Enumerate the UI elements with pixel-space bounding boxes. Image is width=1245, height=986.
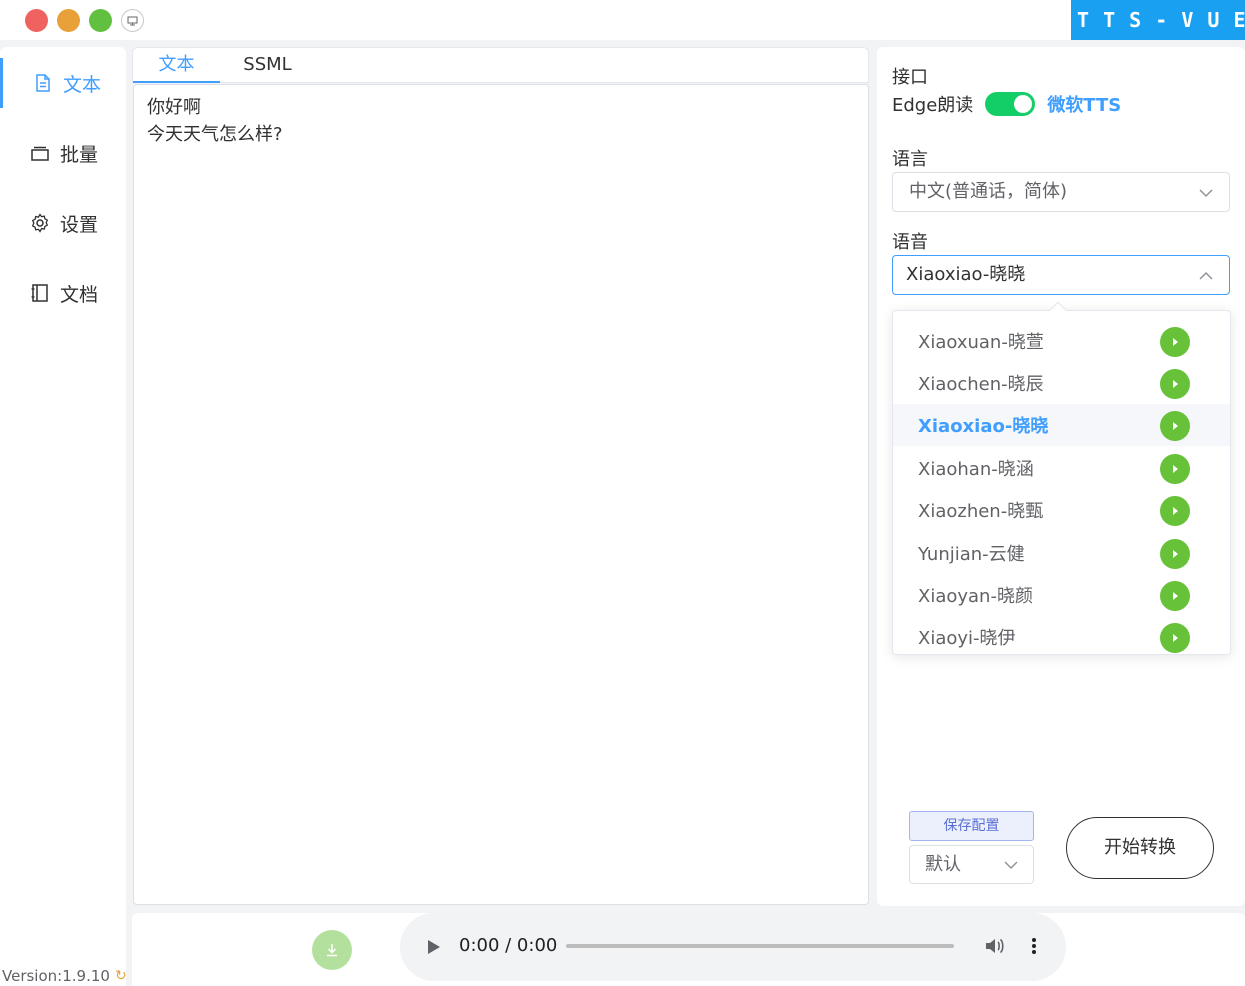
maximize-window-button[interactable]	[89, 9, 112, 32]
save-config-button[interactable]: 保存配置	[909, 811, 1034, 841]
start-convert-button[interactable]: 开始转换	[1066, 817, 1214, 879]
play-icon	[1173, 592, 1178, 600]
more-options-icon[interactable]	[1029, 935, 1039, 957]
gear-icon	[31, 213, 49, 233]
preview-play-button[interactable]	[1160, 369, 1190, 399]
preview-play-button[interactable]	[1160, 623, 1190, 653]
app-brand: T T S - V U E	[1071, 0, 1245, 40]
voice-option-label: Xiaozhen-晓甄	[918, 501, 1044, 522]
version-info: Version:1.9.10 ↻	[2, 967, 127, 985]
tab-ssml[interactable]: SSML	[227, 48, 308, 83]
audio-progress-track[interactable]	[566, 944, 954, 948]
minimize-window-button[interactable]	[57, 9, 80, 32]
preview-play-button[interactable]	[1160, 327, 1190, 357]
voice-option[interactable]: Xiaoyi-晓伊	[893, 616, 1230, 654]
voice-option[interactable]: Xiaohan-晓涵	[893, 447, 1230, 489]
sidebar-item-text[interactable]: 文本	[0, 58, 126, 108]
audio-time: 0:00 / 0:00	[459, 935, 558, 956]
close-window-button[interactable]	[25, 9, 48, 32]
interface-switch-row: Edge朗读 微软TTS	[892, 91, 1121, 117]
chevron-down-icon	[1199, 189, 1213, 198]
sidebar-item-label: 文档	[60, 283, 99, 306]
notebook-icon	[31, 284, 48, 302]
title-bar: T T S - V U E	[0, 0, 1245, 40]
play-icon	[1173, 422, 1178, 430]
voice-option-label: Xiaochen-晓辰	[918, 374, 1044, 395]
preview-play-button[interactable]	[1160, 539, 1190, 569]
layers-icon	[31, 146, 49, 161]
editor-tabs: 文本 SSML	[132, 47, 869, 83]
play-icon	[1173, 338, 1178, 346]
monitor-icon[interactable]	[121, 9, 144, 32]
play-icon	[1173, 634, 1178, 642]
chevron-down-icon	[1004, 861, 1018, 870]
volume-icon[interactable]	[983, 935, 1005, 957]
editor-panel: 文本 SSML 你好啊 今天天气怎么样?	[132, 47, 869, 906]
voice-label: 语音	[892, 232, 928, 253]
voice-select[interactable]: Xiaoxiao-晓晓	[892, 255, 1230, 295]
voice-dropdown: Xiaoxuan-晓萱 Xiaochen-晓辰 Xiaoxiao-晓晓 Xiao…	[892, 310, 1231, 655]
voice-value: Xiaoxiao-晓晓	[906, 264, 1026, 285]
voice-option-label: Xiaoyi-晓伊	[918, 628, 1016, 649]
language-select[interactable]: 中文(普通话，简体)	[892, 172, 1230, 212]
preset-select[interactable]: 默认	[909, 845, 1034, 884]
play-icon	[1173, 380, 1178, 388]
sidebar-item-settings[interactable]: 设置	[0, 198, 126, 248]
sidebar-item-batch[interactable]: 批量	[0, 128, 126, 178]
tab-text[interactable]: 文本	[133, 48, 220, 83]
voice-option[interactable]: Xiaozhen-晓甄	[893, 489, 1230, 531]
chevron-up-icon	[1199, 271, 1213, 280]
preset-value: 默认	[925, 854, 961, 875]
sidebar-item-label: 批量	[60, 143, 99, 166]
play-icon	[1173, 507, 1178, 515]
voice-option-label: Yunjian-云健	[918, 544, 1025, 565]
preview-play-button[interactable]	[1160, 581, 1190, 611]
sidebar: 文本 批量 设置 文档 Version:1.9.10 ↻	[0, 47, 127, 986]
play-icon	[1173, 465, 1178, 473]
interface-label: 接口	[892, 67, 928, 88]
interface-toggle[interactable]	[985, 92, 1036, 116]
play-icon	[1173, 550, 1178, 558]
voice-option-label: Xiaoyan-晓颜	[918, 586, 1033, 607]
preview-play-button[interactable]	[1160, 454, 1190, 484]
preview-play-button[interactable]	[1160, 496, 1190, 526]
switch-off-label: Edge朗读	[892, 95, 974, 116]
voice-option-selected[interactable]: Xiaoxiao-晓晓	[893, 404, 1230, 446]
text-input[interactable]: 你好啊 今天天气怎么样?	[133, 84, 869, 905]
voice-option[interactable]: Xiaoyan-晓颜	[893, 574, 1230, 616]
voice-option[interactable]: Xiaochen-晓辰	[893, 362, 1230, 404]
preview-play-button[interactable]	[1160, 411, 1190, 441]
voice-option[interactable]: Xiaoxuan-晓萱	[893, 320, 1230, 362]
voice-option-label: Xiaoxuan-晓萱	[918, 332, 1044, 353]
version-text: Version:1.9.10	[2, 967, 110, 985]
sidebar-item-docs[interactable]: 文档	[0, 268, 126, 318]
audio-player: 0:00 / 0:00	[400, 913, 1066, 981]
voice-option-label: Xiaoxiao-晓晓	[918, 416, 1049, 437]
language-label: 语言	[892, 149, 928, 170]
sidebar-item-label: 设置	[60, 213, 99, 236]
voice-option[interactable]: Yunjian-云健	[893, 532, 1230, 574]
play-icon[interactable]	[427, 939, 441, 955]
voice-option-label: Xiaohan-晓涵	[918, 459, 1034, 480]
language-value: 中文(普通话，简体)	[909, 181, 1068, 202]
refresh-icon[interactable]: ↻	[115, 968, 127, 984]
download-icon	[327, 944, 337, 957]
document-icon	[36, 74, 50, 92]
switch-on-label: 微软TTS	[1047, 95, 1122, 116]
download-button[interactable]	[312, 930, 352, 970]
sidebar-item-label: 文本	[63, 73, 102, 96]
